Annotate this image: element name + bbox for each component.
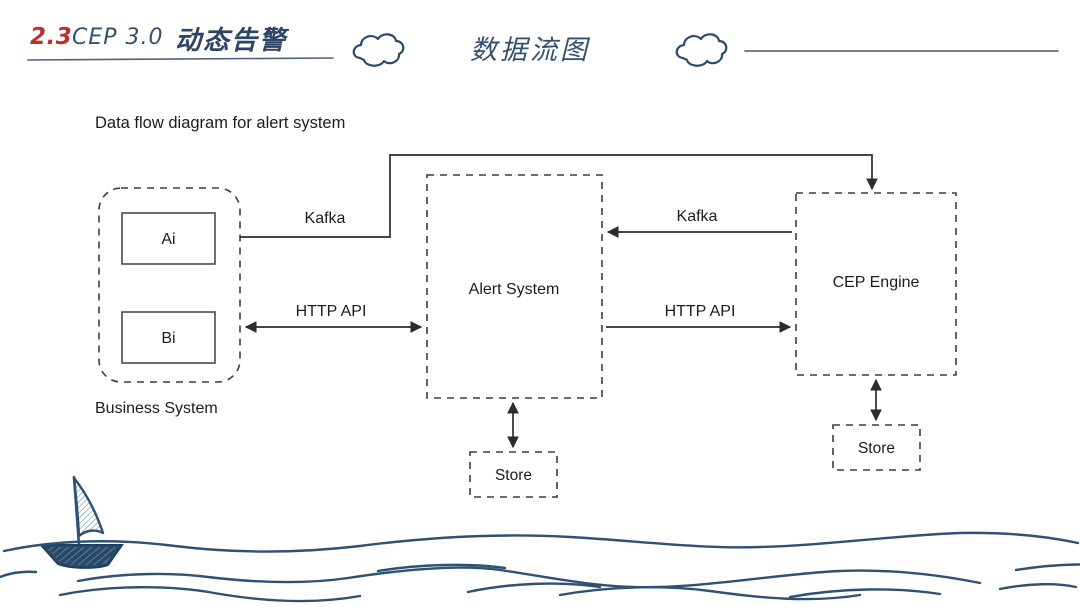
store-cep-label: Store — [858, 440, 895, 457]
data-flow-diagram: Data flow diagram for alert system Ai Bi… — [95, 114, 957, 498]
cloud-doodle-right-shape — [675, 33, 728, 67]
diagram-subtitle: Data flow diagram for alert system — [95, 114, 345, 132]
store-alert-label: Store — [495, 467, 532, 484]
edge-http-business-alert-label: HTTP API — [296, 303, 367, 320]
ai-node-label: Ai — [161, 231, 175, 248]
cep-engine-label: CEP Engine — [833, 274, 920, 291]
slide-canvas: 2.3 CEP 3.0 动态告警 数据流图 Data flow diagram … — [0, 0, 1080, 607]
title-latin: CEP 3.0 — [72, 25, 164, 50]
wave-lines — [0, 531, 1080, 603]
cloud-doodle-left-shape — [352, 33, 405, 67]
bi-node-label: Bi — [161, 330, 175, 347]
alert-system-label: Alert System — [469, 281, 560, 298]
business-system-label: Business System — [95, 400, 218, 417]
title-chinese: 动态告警 — [175, 26, 288, 56]
edge-http-alert-cep-label: HTTP API — [665, 303, 736, 320]
edge-kafka-business-to-cep-label: Kafka — [305, 210, 346, 227]
section-label-chinese: 数据流图 — [470, 35, 590, 66]
title-underline — [27, 57, 334, 61]
edge-kafka-cep-to-alert-label: Kafka — [677, 208, 718, 225]
section-number: 2.3 — [30, 24, 73, 50]
